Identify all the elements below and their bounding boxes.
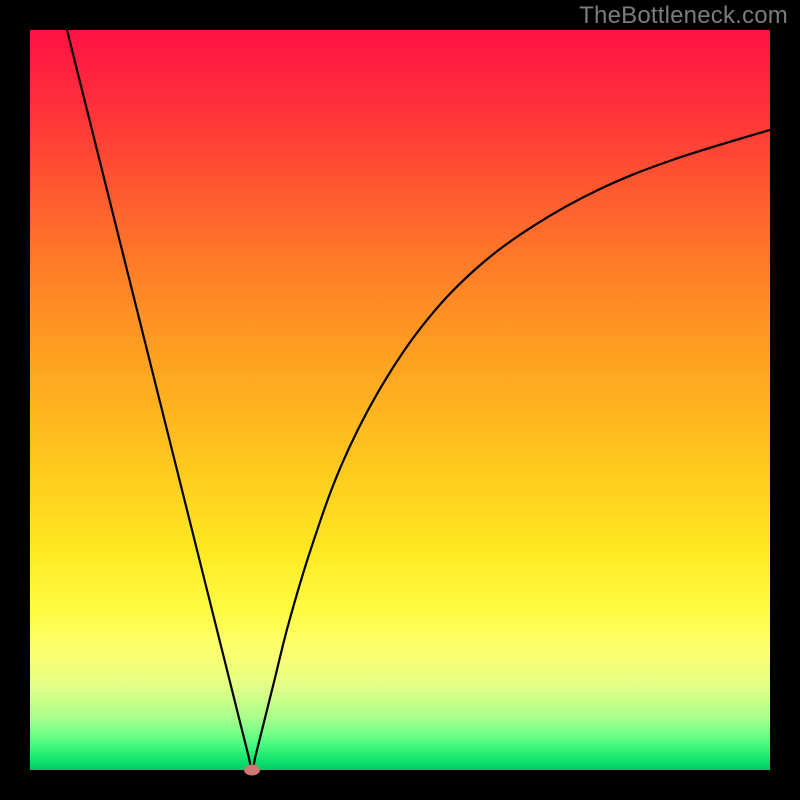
bottleneck-curve [67, 30, 770, 770]
attribution-text: TheBottleneck.com [579, 2, 788, 30]
chart-frame: TheBottleneck.com [0, 0, 800, 800]
curve-svg [30, 30, 770, 770]
minimum-marker [244, 765, 260, 776]
plot-area [30, 30, 770, 770]
